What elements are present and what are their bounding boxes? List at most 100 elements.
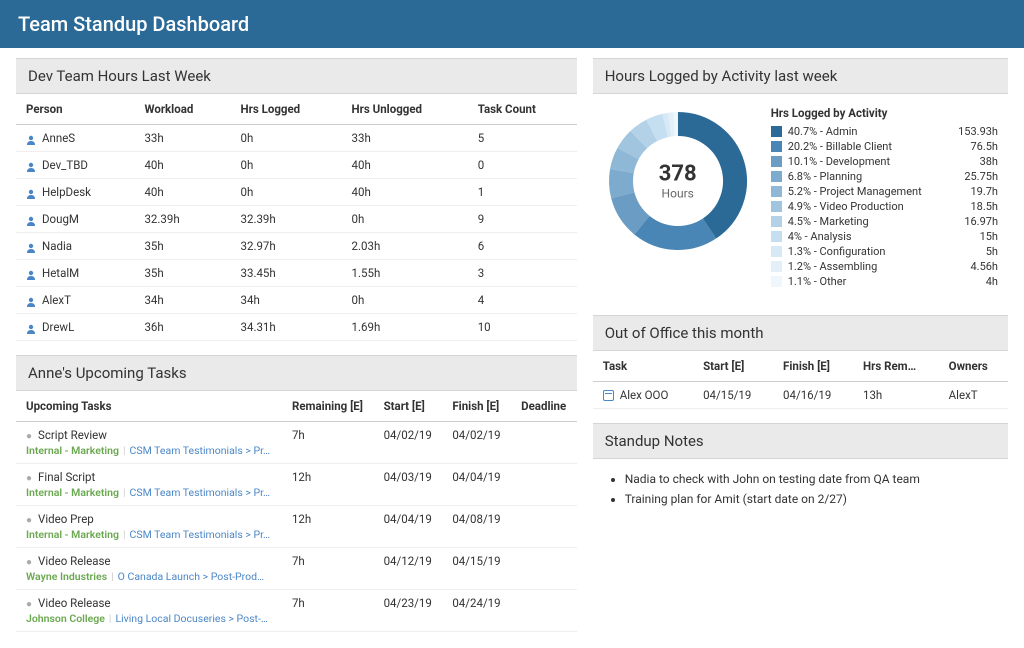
cell-logged: 34h bbox=[231, 287, 342, 314]
donut-segment[interactable] bbox=[628, 140, 639, 154]
cell-unlogged: 0h bbox=[342, 287, 468, 314]
table-row[interactable]: Nadia35h32.97h2.03h6 bbox=[16, 233, 577, 260]
table-row[interactable]: AnneS33h0h33h5 bbox=[16, 125, 577, 152]
person-icon bbox=[26, 215, 36, 225]
table-row[interactable]: Dev_TBD40h0h40h0 bbox=[16, 152, 577, 179]
cell-deadline bbox=[511, 464, 577, 506]
person-name: AlexT bbox=[42, 293, 71, 307]
cell-count: 4 bbox=[468, 287, 577, 314]
cell-workload: 32.39h bbox=[134, 206, 230, 233]
legend-item[interactable]: 4% - Analysis 15h bbox=[771, 229, 998, 244]
task-breadcrumb[interactable]: Internal - Marketing|CSM Team Testimonia… bbox=[26, 444, 272, 457]
table-row[interactable]: DrewL36h34.31h1.69h10 bbox=[16, 314, 577, 341]
legend-value: 153.93h bbox=[953, 125, 998, 138]
legend-item[interactable]: 10.1% - Development38h bbox=[771, 154, 998, 169]
cell-deadline bbox=[511, 422, 577, 464]
bullet-icon: ● bbox=[26, 515, 32, 526]
cell-workload: 40h bbox=[134, 179, 230, 206]
legend-swatch bbox=[771, 276, 782, 287]
table-row[interactable]: ●Video ReleaseJohnson College|Living Loc… bbox=[16, 590, 577, 632]
tasks-col-header[interactable]: Upcoming Tasks bbox=[16, 391, 282, 422]
ooo-col-header[interactable]: Owners bbox=[939, 351, 1008, 382]
tasks-col-header[interactable]: Deadline bbox=[511, 391, 577, 422]
table-row[interactable]: HetalM35h33.45h1.55h3 bbox=[16, 260, 577, 287]
person-name: AnneS bbox=[42, 131, 75, 145]
cell-count: 9 bbox=[468, 206, 577, 233]
ooo-col-header[interactable]: Start [E] bbox=[693, 351, 773, 382]
legend-value: 76.5h bbox=[953, 140, 998, 153]
hours-col-header[interactable]: Hrs Unlogged bbox=[342, 94, 468, 125]
ooo-col-header[interactable]: Task bbox=[593, 351, 693, 382]
donut-chart: 378 Hours bbox=[603, 106, 753, 256]
table-row[interactable]: HelpDesk40h0h40h1 bbox=[16, 179, 577, 206]
task-breadcrumb[interactable]: Internal - Marketing|CSM Team Testimonia… bbox=[26, 528, 272, 541]
cell-deadline bbox=[511, 506, 577, 548]
hours-panel-title: Dev Team Hours Last Week bbox=[16, 58, 577, 94]
legend-item[interactable]: 4.5% - Marketing16.97h bbox=[771, 214, 998, 229]
donut-segment[interactable] bbox=[621, 171, 623, 195]
cell-start: 04/23/19 bbox=[374, 590, 443, 632]
donut-segment[interactable] bbox=[642, 225, 710, 238]
task-breadcrumb[interactable]: Wayne Industries|O Canada Launch > Post-… bbox=[26, 570, 272, 583]
legend-label: 4% - Analysis bbox=[788, 230, 947, 243]
legend-value: 15h bbox=[953, 230, 998, 243]
legend-label: 1.1% - Other bbox=[788, 275, 947, 288]
hours-col-header[interactable]: Hrs Logged bbox=[231, 94, 342, 125]
ooo-table: TaskStart [E]Finish [E]Hrs Rem…Owners Al… bbox=[593, 351, 1008, 409]
legend-item[interactable]: 40.7% - Admin 153.93h bbox=[771, 124, 998, 139]
person-icon bbox=[26, 323, 36, 333]
cell-count: 10 bbox=[468, 314, 577, 341]
table-row[interactable]: AlexT34h34h0h4 bbox=[16, 287, 577, 314]
cell-hrs: 13h bbox=[853, 382, 939, 409]
activity-panel: Hours Logged by Activity last week 378 H… bbox=[593, 58, 1008, 301]
task-breadcrumb[interactable]: Johnson College|Living Local Docuseries … bbox=[26, 612, 272, 625]
ooo-col-header[interactable]: Finish [E] bbox=[773, 351, 853, 382]
donut-label: Hours bbox=[659, 187, 697, 201]
hours-col-header[interactable]: Workload bbox=[134, 94, 230, 125]
legend-item[interactable]: 1.2% - Assembling4.56h bbox=[771, 259, 998, 274]
donut-segment[interactable] bbox=[622, 195, 641, 225]
cell-start: 04/02/19 bbox=[374, 422, 443, 464]
person-name: HelpDesk bbox=[42, 185, 91, 199]
tasks-col-header[interactable]: Start [E] bbox=[374, 391, 443, 422]
task-name: Script Review bbox=[38, 428, 107, 442]
legend-item[interactable]: 1.1% - Other4h bbox=[771, 274, 998, 289]
cell-workload: 35h bbox=[134, 260, 230, 287]
legend-swatch bbox=[771, 231, 782, 242]
tasks-panel: Anne's Upcoming Tasks Upcoming TasksRema… bbox=[16, 355, 577, 632]
table-row[interactable]: ●Script ReviewInternal - Marketing|CSM T… bbox=[16, 422, 577, 464]
legend-item[interactable]: 5.2% - Project Management19.7h bbox=[771, 184, 998, 199]
donut-segment[interactable] bbox=[651, 125, 664, 130]
legend-label: 40.7% - Admin bbox=[788, 125, 947, 138]
cell-workload: 36h bbox=[134, 314, 230, 341]
activity-legend: Hrs Logged by Activity 40.7% - Admin153.… bbox=[771, 106, 998, 289]
cell-start: 04/03/19 bbox=[374, 464, 443, 506]
donut-segment[interactable] bbox=[638, 130, 651, 139]
ooo-panel: Out of Office this month TaskStart [E]Fi… bbox=[593, 315, 1008, 409]
legend-swatch bbox=[771, 246, 782, 257]
hours-col-header[interactable]: Person bbox=[16, 94, 134, 125]
legend-label: 10.1% - Development bbox=[788, 155, 947, 168]
table-row[interactable]: DougM32.39h32.39h0h9 bbox=[16, 206, 577, 233]
donut-segment[interactable] bbox=[665, 125, 670, 126]
page-title: Team Standup Dashboard bbox=[18, 12, 249, 36]
legend-item[interactable]: 1.3% - Configuration5h bbox=[771, 244, 998, 259]
hours-table: PersonWorkloadHrs LoggedHrs UnloggedTask… bbox=[16, 94, 577, 341]
legend-item[interactable]: 20.2% - Billable Client76.5h bbox=[771, 139, 998, 154]
donut-segment[interactable] bbox=[622, 154, 628, 171]
legend-swatch bbox=[771, 171, 782, 182]
cell-remaining: 12h bbox=[282, 464, 374, 506]
legend-item[interactable]: 6.8% - Planning25.75h bbox=[771, 169, 998, 184]
table-row[interactable]: ●Video PrepInternal - Marketing|CSM Team… bbox=[16, 506, 577, 548]
table-row[interactable]: Alex OOO04/15/1904/16/1913hAlexT bbox=[593, 382, 1008, 409]
tasks-col-header[interactable]: Remaining [E] bbox=[282, 391, 374, 422]
person-name: DrewL bbox=[42, 320, 74, 334]
table-row[interactable]: ●Final ScriptInternal - Marketing|CSM Te… bbox=[16, 464, 577, 506]
task-breadcrumb[interactable]: Internal - Marketing|CSM Team Testimonia… bbox=[26, 486, 272, 499]
table-row[interactable]: ●Video ReleaseWayne Industries|O Canada … bbox=[16, 548, 577, 590]
legend-item[interactable]: 4.9% - Video Production18.5h bbox=[771, 199, 998, 214]
tasks-col-header[interactable]: Finish [E] bbox=[442, 391, 511, 422]
bullet-icon: ● bbox=[26, 557, 32, 568]
ooo-col-header[interactable]: Hrs Rem… bbox=[853, 351, 939, 382]
hours-col-header[interactable]: Task Count bbox=[468, 94, 577, 125]
